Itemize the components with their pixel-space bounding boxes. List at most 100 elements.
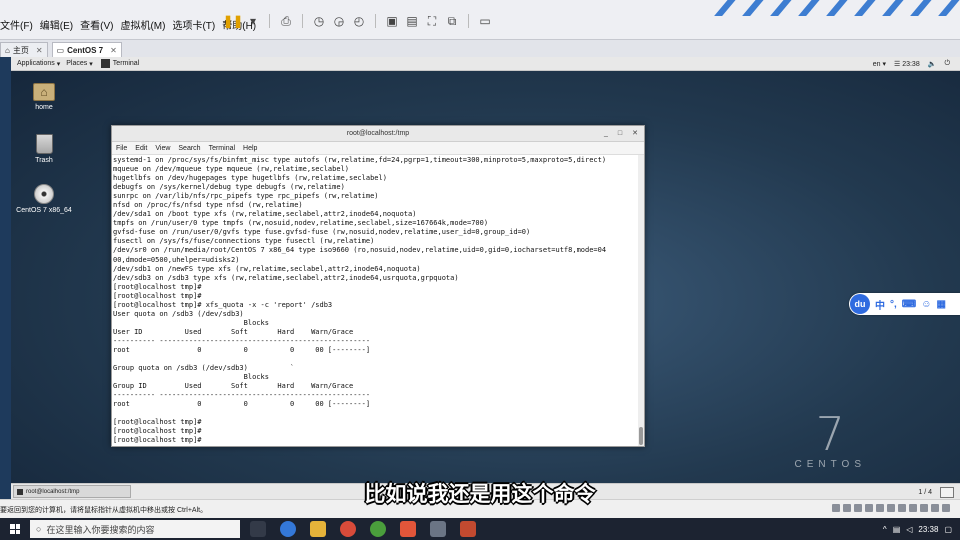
centos-word: CENTOS [794,459,866,470]
menu-edit[interactable]: 编辑(E) [40,17,73,32]
places-label: Places [66,60,88,67]
gnome-task-terminal[interactable]: Terminal [100,59,139,68]
home-icon: ⌂ [5,45,10,55]
fullscreen-icon[interactable]: ⛶ [425,14,439,28]
video-subtitle: 比如说我还是用这个命令 [364,482,596,506]
windows-search-box[interactable]: ○ 在这里输入你要搜索的内容 [30,520,240,538]
terminal-menu-help[interactable]: Help [243,145,257,152]
tab-centos-label: CentOS 7 [67,45,104,55]
terminal-menu-file[interactable]: File [116,145,127,152]
maximize-icon[interactable]: □ [618,126,622,142]
menu-view[interactable]: 查看(V) [80,17,113,32]
chevron-down-icon[interactable]: ▾ [246,14,260,28]
volume-icon[interactable]: ◁ [906,525,912,534]
terminal-icon [100,59,110,68]
terminal-menu-search[interactable]: Search [178,145,200,152]
pause-icon[interactable]: ❚❚ [223,14,243,28]
desktop-icon-label: home [35,104,53,111]
trash-icon [35,134,53,154]
toolbar-divider [375,14,376,28]
terminal-window[interactable]: root@localhost:/tmp _ □ ✕ File Edit View… [111,125,645,447]
snapshot-manager-icon[interactable]: ◴ [352,14,366,28]
terminal-titlebar[interactable]: root@localhost:/tmp _ □ ✕ [112,126,644,142]
tray-clock[interactable]: 23:38 [918,525,938,534]
applications-menu[interactable]: Applications ▾ [17,60,60,68]
menu-vm[interactable]: 虚拟机(M) [120,17,165,32]
close-icon[interactable]: ✕ [36,46,43,55]
user-icon[interactable]: ☺ [921,299,931,310]
desktop-icon-home[interactable]: home [11,83,79,111]
console-view-icon[interactable]: ▭ [478,14,492,28]
ime-toolbar[interactable]: du 中 °, ⌨ ☺ ▦ [849,293,960,315]
ime-mode[interactable]: 中 [875,297,885,312]
windows-start-icon[interactable] [10,524,20,534]
app-icon[interactable] [340,521,356,537]
snapshot-icon[interactable]: ◷ [312,14,326,28]
app-icon[interactable] [460,521,476,537]
menu-file[interactable]: 文件(F) [0,17,33,32]
send-keys-icon[interactable]: ⎙ [279,14,293,28]
terminal-title: root@localhost:/tmp [346,130,410,137]
minimize-icon[interactable]: _ [604,126,608,142]
vm-guest-screen[interactable]: Applications ▾ Places ▾ Terminal en ▾ ☰ 23… [11,57,960,499]
taskbar-apps [250,521,476,537]
desktop-icon-dvd[interactable]: CentOS 7 x86_64 [11,184,79,214]
terminal-menu-edit[interactable]: Edit [135,145,147,152]
sidebar-toggle-icon[interactable]: ▣ [385,14,399,28]
app-icon[interactable] [400,521,416,537]
gnome-top-bar: Applications ▾ Places ▾ Terminal en ▾ ☰ 23… [11,57,960,71]
terminal-menubar: File Edit View Search Terminal Help [112,142,644,155]
clock[interactable]: ☰ 23:38 [894,60,920,68]
language-indicator[interactable]: en ▾ [873,60,886,68]
terminal-menu-terminal[interactable]: Terminal [209,145,235,152]
revert-snapshot-icon[interactable]: ◶ [332,14,346,28]
dvd-icon [34,184,54,204]
close-icon[interactable]: ✕ [632,126,638,142]
punctuation-icon[interactable]: °, [890,299,897,310]
decorative-stripes [700,0,960,16]
vmware-tab-bar: ⌂ 主页 ✕ ▭ CentOS 7 ✕ [0,40,960,57]
soft-keyboard-icon[interactable]: ⌨ [902,299,916,310]
tray-expand-icon[interactable]: ^ [883,525,887,534]
vm-icon: ▭ [56,45,65,55]
chevron-down-icon: ▾ [56,60,61,68]
volume-icon[interactable]: 🔈 [928,60,937,68]
vmware-icon[interactable] [430,521,446,537]
folder-home-icon [33,83,55,101]
terminal-scrollbar[interactable] [638,155,644,446]
applications-label: Applications [17,60,55,67]
terminal-output[interactable]: systemd-1 on /proc/sys/fs/binfmt_misc ty… [112,155,638,446]
clock-time: 23:38 [902,61,920,68]
toolbar-divider [269,14,270,28]
skin-icon[interactable]: ▦ [936,299,945,310]
vmware-toolbar: ❚❚ ▾ ⎙ ◷ ◶ ◴ ▣ ▤ ⛶ ⧉ ▭ [223,14,492,28]
terminal-menu-view[interactable]: View [155,145,170,152]
desktop-icon-label: Trash [35,157,53,164]
chrome-icon[interactable] [280,521,296,537]
thumbnail-bar-icon[interactable]: ▤ [405,14,419,28]
language-label: en [872,61,881,68]
toolbar-divider [302,14,303,28]
network-icon[interactable]: ▤ [893,525,901,534]
menu-tabs[interactable]: 选项卡(T) [172,17,215,32]
close-icon[interactable]: ✕ [110,46,117,55]
tab-home[interactable]: ⌂ 主页 ✕ [0,42,48,57]
places-menu[interactable]: Places ▾ [66,60,93,68]
windows-taskbar: ○ 在这里输入你要搜索的内容 ^ ▤ ◁ 23:38 ▢ [0,518,960,540]
system-tray: ^ ▤ ◁ 23:38 ▢ [883,518,952,540]
power-icon[interactable]: ⏻ [944,60,950,68]
notification-icon[interactable]: ▢ [944,525,952,534]
window-controls: _ □ ✕ [604,126,638,142]
explorer-icon[interactable] [310,521,326,537]
toolbar-divider [468,14,469,28]
baidu-ime-logo[interactable]: du [850,294,870,314]
scrollbar-thumb[interactable] [639,427,643,445]
unity-icon[interactable]: ⧉ [445,14,459,28]
app-icon[interactable] [370,521,386,537]
desktop-icon-label: CentOS 7 x86_64 [16,207,72,214]
desktop-icon-trash[interactable]: Trash [11,134,79,164]
task-view-icon[interactable] [250,521,266,537]
chevron-down-icon: ▾ [89,60,93,68]
search-placeholder: 在这里输入你要搜索的内容 [46,524,155,535]
tab-centos[interactable]: ▭ CentOS 7 ✕ [51,42,122,57]
